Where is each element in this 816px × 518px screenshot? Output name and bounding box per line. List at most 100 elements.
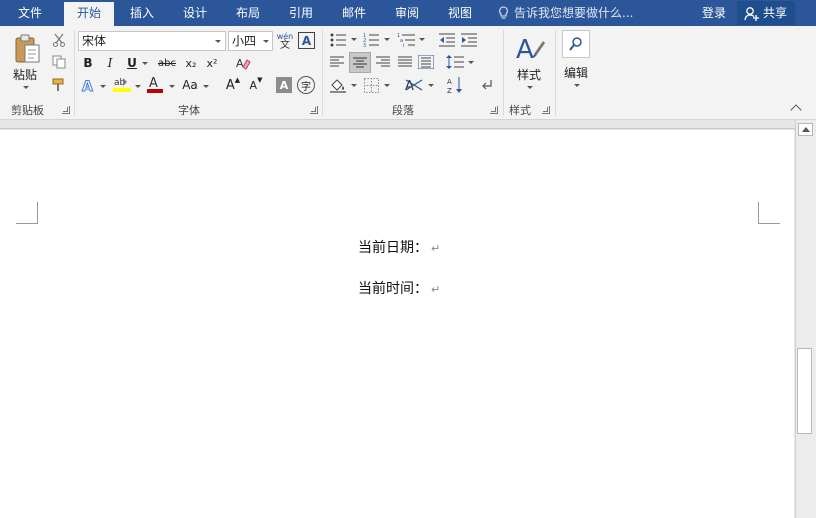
character-shading-icon[interactable]: A: [276, 77, 292, 93]
shading-dropdown-arrow[interactable]: [351, 84, 357, 87]
tell-me-text: 告诉我您想要做什么...: [514, 6, 634, 20]
font-color-dropdown-arrow[interactable]: [169, 85, 175, 88]
styles-group-label: 样式: [509, 104, 531, 117]
editing-button-label[interactable]: 编辑: [564, 64, 588, 81]
shading-icon[interactable]: [328, 76, 348, 94]
font-name-combo[interactable]: 宋体: [78, 31, 226, 51]
sign-in-link[interactable]: 登录: [702, 0, 726, 26]
paste-dropdown-arrow[interactable]: [23, 86, 29, 89]
tab-file[interactable]: 文件: [0, 0, 60, 26]
paste-icon[interactable]: [10, 32, 44, 66]
chevron-down-icon[interactable]: [263, 40, 269, 43]
borders-dropdown-arrow[interactable]: [384, 84, 390, 87]
line-spacing-dropdown-arrow[interactable]: [468, 61, 474, 64]
svg-text:A: A: [236, 57, 244, 70]
borders-icon[interactable]: [362, 76, 380, 94]
clipboard-dialog-launcher[interactable]: [62, 106, 70, 114]
format-painter-icon[interactable]: [50, 76, 68, 94]
highlight-dropdown-arrow[interactable]: [135, 85, 141, 88]
paste-button-label[interactable]: 粘贴: [13, 66, 37, 83]
distributed-icon[interactable]: [417, 53, 435, 71]
strikethrough-button[interactable]: abc: [156, 54, 178, 72]
chinese-layout-dropdown-arrow[interactable]: [428, 84, 434, 87]
svg-text:A: A: [447, 78, 452, 86]
highlight-color-icon[interactable]: ab: [112, 75, 132, 95]
font-group-label: 字体: [178, 104, 200, 117]
svg-text:A: A: [516, 35, 534, 64]
editing-dropdown-arrow[interactable]: [574, 84, 580, 87]
chinese-layout-icon[interactable]: A: [403, 76, 425, 94]
vertical-scrollbar[interactable]: [795, 120, 816, 518]
shrink-font-label: A: [249, 78, 258, 92]
subscript-button[interactable]: x₂: [182, 54, 200, 72]
tell-me-box[interactable]: 告诉我您想要做什么...: [498, 0, 633, 26]
change-case-button[interactable]: Aa: [180, 76, 200, 94]
superscript-button[interactable]: x²: [203, 54, 221, 72]
search-icon[interactable]: [562, 30, 590, 58]
group-separator: [555, 30, 556, 116]
font-name-value: 宋体: [82, 34, 107, 48]
multilevel-list-icon[interactable]: 1ai: [396, 31, 416, 49]
show-paragraph-marks-icon[interactable]: [478, 76, 496, 94]
tab-view[interactable]: 视图: [436, 0, 484, 26]
numbering-dropdown-arrow[interactable]: [384, 38, 390, 41]
time-line-text: 当前时间：: [358, 281, 428, 297]
italic-button[interactable]: I: [102, 54, 118, 72]
clear-formatting-icon[interactable]: A: [234, 54, 252, 72]
person-add-icon: [744, 7, 759, 21]
paragraph-dialog-launcher[interactable]: [490, 106, 498, 114]
align-center-icon[interactable]: [349, 52, 371, 73]
bold-button[interactable]: B: [80, 54, 96, 72]
underline-dropdown-arrow[interactable]: [142, 62, 148, 65]
document-canvas: 当前日期： ↵ 当前时间： ↵: [0, 120, 795, 518]
styles-dropdown-arrow[interactable]: [527, 86, 533, 89]
svg-text:i: i: [403, 43, 404, 47]
text-effects-dropdown-arrow[interactable]: [100, 85, 106, 88]
shrink-font-button[interactable]: A ▼: [247, 76, 265, 94]
line-spacing-icon[interactable]: [446, 53, 464, 71]
increase-indent-icon[interactable]: [460, 31, 478, 49]
font-size-combo[interactable]: 小四: [228, 31, 273, 51]
share-button[interactable]: 共享: [737, 1, 795, 25]
tab-home[interactable]: 开始: [64, 2, 114, 26]
tab-references[interactable]: 引用: [277, 0, 325, 26]
date-line-text: 当前日期：: [358, 240, 428, 256]
tab-insert[interactable]: 插入: [118, 0, 166, 26]
copy-icon[interactable]: [50, 53, 68, 71]
tab-design[interactable]: 设计: [171, 0, 219, 26]
grow-font-button[interactable]: A ▲: [224, 76, 242, 94]
date-line[interactable]: 当前日期： ↵: [358, 237, 440, 257]
multilevel-dropdown-arrow[interactable]: [419, 38, 425, 41]
bullets-dropdown-arrow[interactable]: [351, 38, 357, 41]
cut-icon[interactable]: [50, 31, 68, 49]
sort-icon[interactable]: AZ: [446, 75, 464, 95]
scroll-up-arrow[interactable]: [798, 123, 813, 136]
styles-button-label[interactable]: 样式: [517, 66, 541, 83]
phonetic-guide-icon[interactable]: wén 文: [276, 30, 294, 52]
enclose-characters-button[interactable]: 字: [297, 76, 315, 94]
tab-layout[interactable]: 布局: [224, 0, 272, 26]
bullets-icon[interactable]: [329, 31, 347, 49]
character-border-icon[interactable]: A: [298, 32, 315, 49]
scrollbar-thumb[interactable]: [797, 348, 812, 434]
text-effects-icon[interactable]: A: [79, 77, 97, 95]
time-line[interactable]: 当前时间： ↵: [358, 278, 440, 298]
caret-down-icon: ▼: [257, 76, 263, 84]
font-color-icon[interactable]: A: [145, 75, 165, 95]
font-dialog-launcher[interactable]: [310, 106, 318, 114]
collapse-ribbon-icon[interactable]: [790, 104, 802, 116]
align-right-icon[interactable]: [374, 53, 392, 71]
styles-gallery-icon[interactable]: A: [513, 31, 547, 65]
tab-review[interactable]: 审阅: [383, 0, 431, 26]
underline-button[interactable]: U: [124, 54, 140, 72]
change-case-dropdown-arrow[interactable]: [203, 85, 209, 88]
paragraph-group-label: 段落: [392, 104, 414, 117]
styles-dialog-launcher[interactable]: [542, 106, 550, 114]
document-page[interactable]: 当前日期： ↵ 当前时间： ↵: [0, 130, 794, 518]
align-left-icon[interactable]: [328, 53, 346, 71]
tab-mailings[interactable]: 邮件: [330, 0, 378, 26]
decrease-indent-icon[interactable]: [438, 31, 456, 49]
justify-icon[interactable]: [396, 53, 414, 71]
chevron-down-icon[interactable]: [215, 40, 221, 43]
numbering-icon[interactable]: 123: [362, 31, 380, 49]
